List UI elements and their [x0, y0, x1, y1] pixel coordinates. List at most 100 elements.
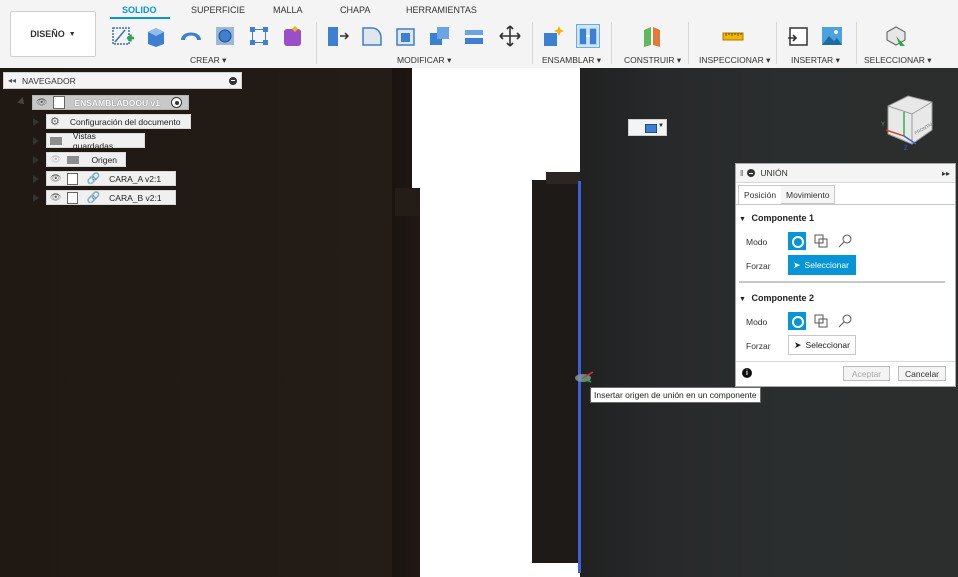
tree-item-origin[interactable]: 👁 Origen [46, 152, 126, 167]
split-body-icon[interactable] [462, 24, 486, 48]
tree-expand-icon[interactable] [33, 175, 39, 183]
tooltip: Insertar origen de unión en un component… [590, 387, 761, 403]
background-gap [532, 68, 580, 180]
tree-expand-icon[interactable] [33, 137, 39, 145]
component-1-select-button[interactable]: ➤ Seleccionar [788, 255, 856, 275]
toolbar-separator [316, 22, 317, 64]
snap-label: Forzar [746, 341, 771, 351]
group-ensamblar[interactable]: ENSAMBLAR ▾ [542, 55, 601, 66]
activate-radio-icon[interactable] [171, 97, 182, 108]
combine-icon[interactable] [428, 24, 452, 48]
tab-herramientas[interactable]: HERRAMIENTAS [406, 5, 477, 15]
construction-plane-icon[interactable] [640, 24, 664, 48]
select-icon[interactable] [884, 24, 908, 48]
toolbar-separator [856, 22, 857, 64]
eye-hidden-icon[interactable]: 👁 [50, 154, 61, 165]
group-construir[interactable]: CONSTRUIR ▾ [624, 55, 681, 66]
tree-item-label: Origen [91, 154, 117, 165]
section-collapse-icon[interactable]: ▼ [739, 296, 746, 303]
cancel-button[interactable]: Cancelar [898, 366, 946, 381]
tree-expand-icon[interactable] [17, 97, 27, 107]
tab-malla[interactable]: MALLA [273, 5, 303, 15]
tree-expand-icon[interactable] [33, 156, 39, 164]
new-component-icon[interactable] [542, 24, 566, 48]
section-divider [736, 361, 955, 362]
dialog-title-bar[interactable]: ‖ UNIÓN ▸▸ [736, 164, 955, 183]
tree-item-label: CARA_B v2:1 [109, 192, 162, 203]
insert-derive-icon[interactable] [786, 24, 810, 48]
link-icon: 🔗 [86, 173, 101, 185]
mode-label: Modo [746, 317, 768, 327]
mode-between-faces-icon[interactable] [812, 232, 830, 250]
info-icon[interactable]: i [742, 368, 752, 378]
design-label: DISEÑO [30, 29, 65, 39]
folder-icon [50, 136, 62, 145]
navigator-header[interactable]: ◂◂ NAVEGADOR [3, 72, 242, 89]
display-settings-dropdown[interactable]: ▼ [628, 119, 667, 136]
shell-icon[interactable] [394, 24, 418, 48]
tab-position[interactable]: Posición [738, 185, 783, 204]
tab-chapa[interactable]: CHAPA [340, 5, 370, 15]
toolbar-separator [611, 22, 612, 64]
ok-button[interactable]: Aceptar [843, 366, 890, 381]
component-2-select-button[interactable]: ➤ Seleccionar [788, 335, 856, 355]
group-insertar[interactable]: INSERTAR ▾ [791, 55, 840, 66]
design-workspace-button[interactable]: DISEÑO ▼ [10, 11, 96, 57]
insert-canvas-icon[interactable] [820, 24, 844, 48]
mode-simple-icon[interactable] [788, 232, 806, 250]
component-1-section[interactable]: ▼ Componente 1 [739, 213, 814, 223]
tree-item-cara-b[interactable]: 👁 🔗 CARA_B v2:1 [46, 190, 176, 205]
dialog-minimize-icon[interactable] [747, 169, 756, 177]
folder-icon [67, 155, 80, 164]
board-step-face [546, 172, 580, 184]
group-modificar[interactable]: MODIFICAR ▾ [397, 55, 451, 66]
rectangular-pattern-icon[interactable] [247, 24, 271, 48]
component-2-section[interactable]: ▼ Componente 2 [739, 293, 814, 303]
create-form-icon[interactable] [281, 24, 305, 48]
tree-item-label: Configuración del documento [69, 116, 181, 127]
joint-dialog: ‖ UNIÓN ▸▸ Posición Movimiento ▼ Compone… [735, 163, 956, 387]
group-seleccionar[interactable]: SELECCIONAR ▾ [864, 55, 932, 66]
measure-icon[interactable] [721, 24, 745, 48]
tab-motion[interactable]: Movimiento [781, 185, 836, 204]
mode-simple-icon[interactable] [788, 312, 806, 330]
press-pull-icon[interactable] [326, 24, 350, 48]
tab-superficie[interactable]: SUPERFICIE [191, 5, 245, 15]
create-sketch-icon[interactable] [111, 24, 135, 48]
joint-icon[interactable] [576, 24, 600, 48]
fillet-icon[interactable] [360, 24, 384, 48]
eye-icon[interactable]: 👁 [50, 173, 61, 184]
tree-expand-icon[interactable] [33, 194, 39, 202]
hole-icon[interactable] [213, 24, 237, 48]
mode-two-edge-icon[interactable] [836, 312, 854, 330]
extrude-icon[interactable] [144, 24, 168, 48]
group-crear[interactable]: CREAR ▾ [190, 55, 226, 66]
toolbar-separator [688, 22, 689, 64]
tree-root-item[interactable]: 👁 ENSAMBLADOOU v1 [32, 95, 189, 110]
viewcube[interactable]: Y Z FRONTAL [880, 88, 940, 150]
group-inspeccionar[interactable]: INSPECCIONAR ▾ [699, 55, 770, 66]
tree-item-cara-a[interactable]: 👁 🔗 CARA_A v2:1 [46, 171, 176, 186]
component-1-title: Componente 1 [751, 213, 814, 223]
mode-two-edge-icon[interactable] [836, 232, 854, 250]
link-icon: 🔗 [86, 192, 101, 204]
tree-item-document-settings[interactable]: ⚙ Configuración del documento [46, 114, 191, 129]
dialog-collapse-icon[interactable]: ‖ [740, 169, 743, 178]
section-divider [739, 281, 945, 283]
background-gap [532, 563, 580, 577]
svg-text:Z: Z [904, 146, 908, 150]
joint-origin-marker-icon [575, 371, 594, 383]
collapse-panel-icon[interactable]: ◂◂ [8, 76, 16, 85]
active-tab-indicator [110, 17, 170, 19]
move-icon[interactable] [498, 24, 522, 48]
revolve-icon[interactable] [179, 24, 203, 48]
tab-solido[interactable]: SOLIDO [122, 5, 157, 15]
tree-expand-icon[interactable] [33, 118, 39, 126]
expand-dialog-icon[interactable]: ▸▸ [942, 169, 950, 178]
minimize-icon[interactable] [229, 76, 237, 85]
tree-item-saved-views[interactable]: Vistas guardadas [46, 131, 145, 151]
eye-icon[interactable]: 👁 [36, 97, 47, 108]
section-collapse-icon[interactable]: ▼ [739, 216, 746, 223]
eye-icon[interactable]: 👁 [50, 192, 61, 203]
mode-between-faces-icon[interactable] [812, 312, 830, 330]
